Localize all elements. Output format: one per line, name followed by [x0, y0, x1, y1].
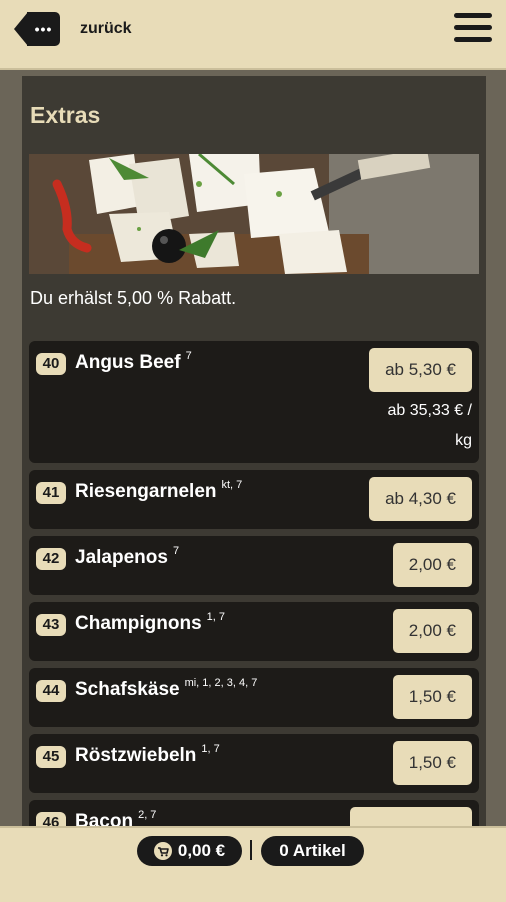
section-title: Extras [30, 102, 101, 128]
allergen-codes: 1, 7 [206, 611, 226, 623]
list-item[interactable]: 45 Röstzwiebeln 1, 7 1,50 € [29, 734, 479, 793]
list-item[interactable]: 42 Jalapenos 7 2,00 € [29, 536, 479, 595]
item-number: 45 [36, 746, 66, 768]
item-number: 41 [36, 482, 66, 504]
item-name: Jalapenos 7 [75, 545, 180, 568]
article-count-button[interactable]: 0 Artikel [261, 836, 364, 866]
hero-illustration [29, 154, 479, 274]
item-name: Röstzwiebeln 1, 7 [75, 743, 220, 766]
item-number: 42 [36, 548, 66, 570]
cart-total: 0,00 € [177, 841, 226, 860]
item-number: 40 [36, 353, 66, 375]
price-button[interactable]: 2,00 € [392, 609, 472, 653]
item-number: 46 [36, 812, 66, 826]
extras-panel: Extras Du erhälst 5,00 % Rabatt. 40 Angu… [22, 76, 486, 826]
list-item[interactable]: 46 Bacon 2, 7 [29, 800, 479, 826]
back-button[interactable]: ••• [14, 12, 62, 46]
price-button[interactable]: ab 4,30 € [369, 477, 472, 521]
price-button[interactable]: 1,50 € [392, 675, 472, 719]
bottom-bar: 0,00 € 0 Artikel [0, 826, 506, 902]
allergen-codes: 1, 7 [201, 743, 220, 755]
price-button[interactable]: 2,00 € [392, 543, 472, 587]
back-arrow-icon: ••• [14, 12, 60, 46]
unit-price: ab 35,33 € / kg [387, 402, 472, 449]
item-name: Bacon 2, 7 [75, 809, 157, 826]
item-name: Riesengarnelen kt, 7 [75, 479, 243, 502]
price-button[interactable]: ab 5,30 € [369, 348, 472, 392]
list-item[interactable]: 41 Riesengarnelen kt, 7 ab 4,30 € [29, 470, 479, 529]
item-name: Angus Beef 7 [75, 350, 192, 373]
article-count: 0 Artikel [279, 841, 346, 860]
item-number: 44 [36, 680, 66, 702]
allergen-codes: 7 [185, 350, 192, 362]
back-label[interactable]: zurück [80, 20, 132, 38]
hamburger-menu-icon[interactable] [454, 13, 492, 45]
top-bar: ••• zurück [0, 0, 506, 70]
cart-icon [153, 842, 172, 860]
allergen-codes: 7 [172, 545, 180, 557]
price-button[interactable] [350, 807, 472, 826]
cart-total-button[interactable]: 0,00 € [137, 836, 242, 866]
item-list: 40 Angus Beef 7 ab 5,30 € ab 35,33 € / kg… [29, 341, 479, 826]
allergen-codes: 2, 7 [138, 809, 157, 821]
allergen-codes: mi, 1, 2, 3, 4, 7 [184, 677, 258, 689]
price-button[interactable]: 1,50 € [392, 741, 472, 785]
discount-text: Du erhälst 5,00 % Rabatt. [30, 288, 237, 308]
list-item[interactable]: 44 Schafskäse mi, 1, 2, 3, 4, 7 1,50 € [29, 668, 479, 727]
list-item[interactable]: 43 Champignons 1, 7 2,00 € [29, 602, 479, 661]
list-item[interactable]: 40 Angus Beef 7 ab 5,30 € ab 35,33 € / kg [29, 341, 479, 463]
feta-cheese-image [29, 154, 479, 274]
divider [250, 840, 252, 860]
item-number: 43 [36, 614, 66, 636]
allergen-codes: kt, 7 [221, 479, 243, 491]
item-name: Champignons 1, 7 [75, 611, 226, 634]
page-content: Extras Du erhälst 5,00 % Rabatt. 40 Angu… [0, 70, 506, 826]
item-name: Schafskäse mi, 1, 2, 3, 4, 7 [75, 677, 258, 700]
